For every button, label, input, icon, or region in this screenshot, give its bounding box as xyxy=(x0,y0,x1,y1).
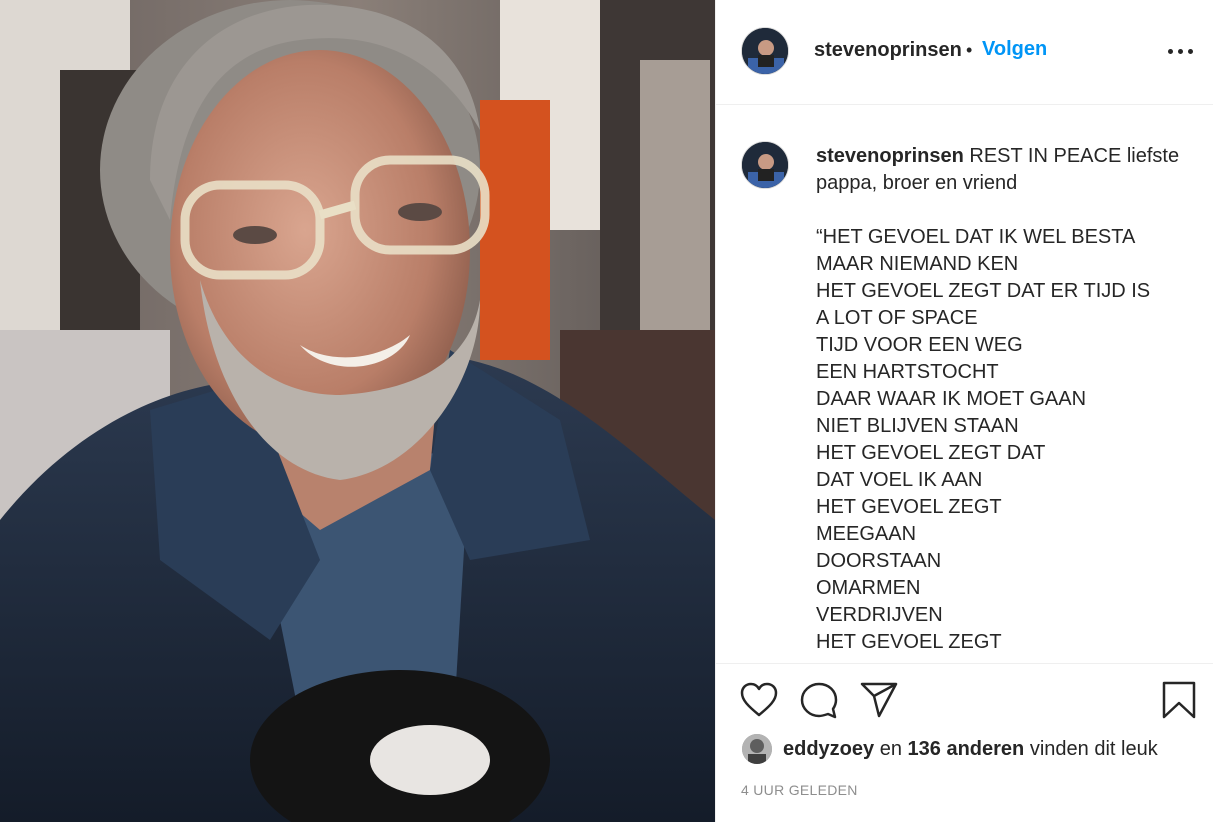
post-photo[interactable] xyxy=(0,0,715,822)
poem-line: NIET BLIJVEN STAAN xyxy=(816,415,1019,437)
poem-line: DAT VOEL IK AAN xyxy=(816,469,983,491)
liker-avatar-image xyxy=(742,734,772,764)
post-actions: eddyzoey en 136 anderen vinden dit leuk … xyxy=(716,663,1213,822)
caption-username[interactable]: stevenoprinsen xyxy=(816,145,964,167)
poem-line: HET GEVOEL ZEGT xyxy=(816,496,1002,518)
poem-line: HET GEVOEL ZEGT DAT xyxy=(816,442,1046,464)
bookmark-icon-svg xyxy=(1162,681,1196,719)
caption-author-avatar[interactable] xyxy=(741,141,789,189)
caption-poem: “HET GEVOEL DAT IK WEL BESTA MAAR NIEMAN… xyxy=(816,224,1186,656)
poem-line: VERDRIJVEN xyxy=(816,604,943,626)
author-avatar[interactable] xyxy=(741,27,789,75)
poem-line: HET GEVOEL ZEGT DAT ER TIJD IS xyxy=(816,280,1151,302)
post-image xyxy=(0,0,715,822)
comment-icon[interactable] xyxy=(800,682,838,725)
likes-connector: en xyxy=(879,738,902,760)
bookmark-icon[interactable] xyxy=(1162,681,1196,724)
poem-line: MAAR NIEMAND KEN xyxy=(816,253,1019,275)
poem-line: OMARMEN xyxy=(816,577,921,599)
paper-plane-icon[interactable] xyxy=(860,682,898,723)
post-timestamp[interactable]: 4 UUR GELEDEN xyxy=(741,782,858,798)
caption-intro: stevenoprinsen REST IN PEACE liefste pap… xyxy=(816,143,1186,197)
liker-avatar[interactable] xyxy=(742,734,772,764)
poem-line: TIJD VOOR EEN WEG xyxy=(816,334,1023,356)
poem-line: HET GEVOEL ZEGT xyxy=(816,631,1002,653)
poem-line: DOORSTAAN xyxy=(816,550,942,572)
poem-line: MEEGAAN xyxy=(816,523,917,545)
likes-text: eddyzoey en 136 anderen vinden dit leuk xyxy=(783,738,1158,761)
heart-icon[interactable] xyxy=(740,682,778,723)
poem-line: DAAR WAAR IK MOET GAAN xyxy=(816,388,1087,410)
avatar-image xyxy=(742,28,788,74)
poem-line: “HET GEVOEL DAT IK WEL BESTA xyxy=(816,226,1136,248)
likes-suffix: vinden dit leuk xyxy=(1029,738,1158,760)
instagram-post: stevenoprinsen • Volgen stevenoprinsen R… xyxy=(0,0,1213,822)
comment-icon-svg xyxy=(800,682,838,719)
post-caption: stevenoprinsen REST IN PEACE liefste pap… xyxy=(816,143,1186,656)
poem-line: A LOT OF SPACE xyxy=(816,307,978,329)
more-options-icon[interactable] xyxy=(1166,36,1196,66)
post-header: stevenoprinsen • Volgen xyxy=(716,0,1213,105)
post-side-panel: stevenoprinsen • Volgen stevenoprinsen R… xyxy=(715,0,1213,822)
separator-dot: • xyxy=(966,40,973,60)
heart-icon-svg xyxy=(740,682,778,717)
liker-username[interactable]: eddyzoey xyxy=(783,738,874,760)
avatar-image xyxy=(742,142,788,188)
poem-line: EEN HARTSTOCHT xyxy=(816,361,999,383)
caption-area: stevenoprinsen REST IN PEACE liefste pap… xyxy=(716,105,1213,663)
author-username[interactable]: stevenoprinsen xyxy=(814,39,962,62)
paper-plane-icon-svg xyxy=(860,682,898,718)
follow-button[interactable]: Volgen xyxy=(982,38,1047,61)
likes-others-link[interactable]: 136 anderen xyxy=(908,738,1025,760)
